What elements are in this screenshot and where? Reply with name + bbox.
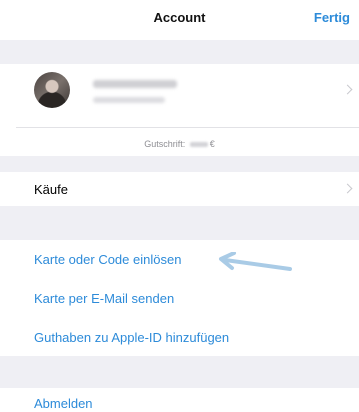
avatar [34, 72, 70, 108]
email-card-link[interactable]: Karte per E-Mail senden [34, 291, 174, 306]
redeem-code-row[interactable]: Karte oder Code einlösen [0, 240, 359, 278]
redacted-credit-amount [189, 142, 208, 148]
chevron-right-icon [342, 183, 353, 194]
credit-balance: Gutschrift: € [0, 139, 359, 149]
redacted-user-email [93, 97, 165, 103]
nav-title: Account [153, 10, 206, 25]
done-button[interactable]: Fertig [314, 10, 350, 25]
add-funds-link[interactable]: Guthaben zu Apple-ID hinzufügen [34, 330, 229, 345]
divider [16, 127, 359, 128]
purchases-label: Käufe [34, 181, 68, 197]
sign-out-link[interactable]: Abmelden [34, 396, 93, 411]
navigation-bar: Account Fertig [0, 0, 359, 40]
email-card-row[interactable]: Karte per E-Mail senden [0, 279, 359, 317]
redeem-code-link[interactable]: Karte oder Code einlösen [34, 252, 181, 267]
add-funds-row[interactable]: Guthaben zu Apple-ID hinzufügen [0, 318, 359, 356]
chevron-right-icon [342, 84, 353, 95]
purchases-row[interactable]: Käufe [0, 172, 359, 206]
sign-out-row[interactable]: Abmelden [0, 388, 359, 412]
redacted-user-name [93, 80, 177, 88]
credit-label: Gutschrift: [144, 139, 186, 149]
arrow-annotation-icon [219, 252, 292, 271]
credit-currency: € [209, 139, 215, 149]
